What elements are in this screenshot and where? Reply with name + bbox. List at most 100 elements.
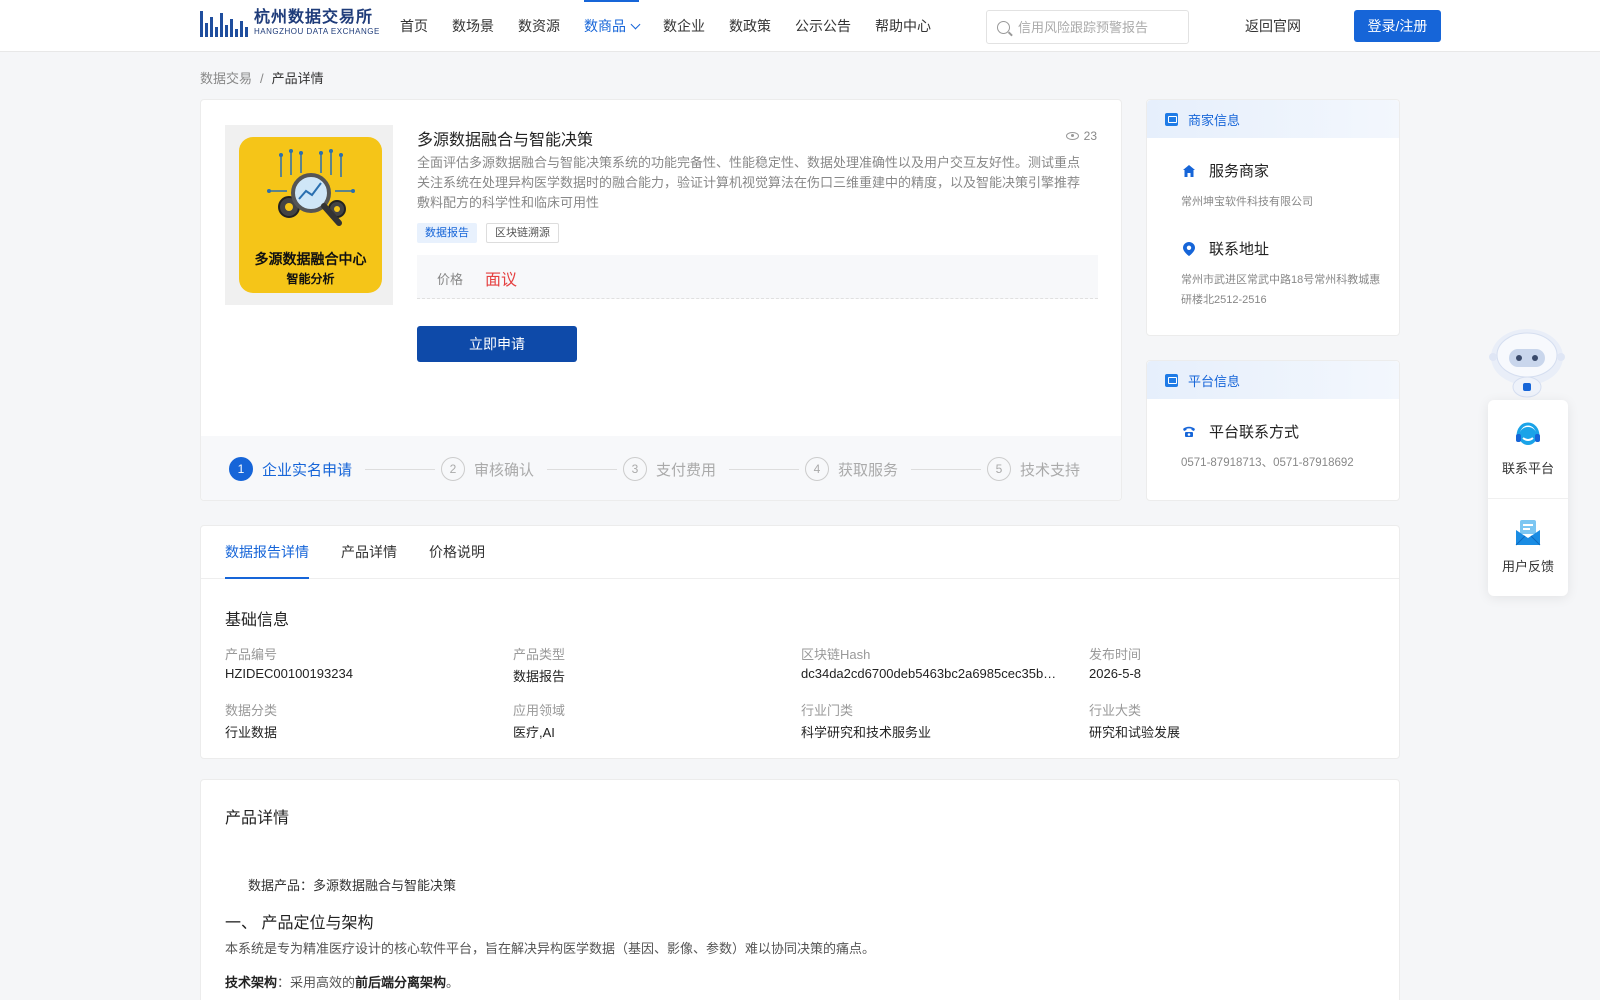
step-label: 支付费用 bbox=[656, 461, 717, 479]
nav-announcements[interactable]: 公示公告 bbox=[795, 0, 851, 52]
architecture-end: 。 bbox=[446, 975, 460, 990]
float-divider bbox=[1488, 498, 1568, 499]
service-merchant-label: 服务商家 bbox=[1209, 163, 1270, 180]
tab-data-report-details[interactable]: 数据报告详情 bbox=[225, 526, 309, 579]
logo-name-en: HANGZHOU DATA EXCHANGE bbox=[254, 27, 380, 36]
user-feedback-button[interactable]: 用户反馈 bbox=[1488, 518, 1568, 575]
field-label-application-field: 应用领域 bbox=[513, 703, 566, 718]
field-value-product-type: 数据报告 bbox=[513, 669, 566, 684]
nav-home[interactable]: 首页 bbox=[400, 0, 428, 52]
step-label: 技术支持 bbox=[1020, 461, 1081, 479]
step-label: 审核确认 bbox=[474, 461, 535, 479]
chevron-down-icon bbox=[630, 19, 641, 30]
step-1: 1 企业实名申请 bbox=[229, 457, 352, 481]
field-label-publish-date: 发布时间 bbox=[1089, 647, 1142, 662]
home-icon bbox=[1181, 163, 1197, 179]
nav-policies[interactable]: 数政策 bbox=[729, 0, 771, 52]
product-detail-line-intro: 本系统是专为精准医疗设计的核心软件平台，旨在解决异构医学数据（基因、影像、参数）… bbox=[225, 941, 876, 956]
eye-icon bbox=[1065, 132, 1079, 140]
field-value-data-category: 行业数据 bbox=[225, 725, 278, 740]
product-detail-heading: 一、 产品定位与架构 bbox=[225, 915, 374, 932]
product-image-title: 多源数据融合中心 bbox=[254, 251, 367, 267]
field-label-data-category: 数据分类 bbox=[225, 703, 278, 718]
basic-info-title: 基础信息 bbox=[225, 612, 290, 629]
field-label-blockchain-hash: 区块链Hash bbox=[801, 647, 871, 662]
step-3: 3 支付费用 bbox=[623, 457, 716, 481]
breadcrumb-current: 产品详情 bbox=[271, 71, 324, 86]
contact-address-value: 常州市武进区常武中路18号常州科教城惠研楼北2512-2516 bbox=[1181, 274, 1381, 306]
data-fusion-magnifier-icon bbox=[267, 149, 355, 226]
product-title: 多源数据融合与智能决策 bbox=[417, 132, 594, 149]
field-value-industry-division: 研究和试验发展 bbox=[1089, 725, 1181, 740]
product-summary-card: 多源数据融合中心 智能分析 多源数据融合与智能决策 23 全面评估多源数据融合与… bbox=[200, 99, 1122, 501]
product-detail-title: 产品详情 bbox=[225, 810, 290, 827]
breadcrumb-separator: / bbox=[260, 71, 264, 86]
field-label-industry-section: 行业门类 bbox=[801, 703, 854, 718]
price-label: 价格 bbox=[437, 272, 464, 287]
step-label: 企业实名申请 bbox=[262, 461, 353, 479]
service-merchant-title: 服务商家 bbox=[1181, 160, 1269, 181]
product-tags: 数据报告 区块链溯源 bbox=[417, 223, 559, 243]
tab-price-notes[interactable]: 价格说明 bbox=[429, 526, 485, 579]
nav-scenes[interactable]: 数场景 bbox=[452, 0, 494, 52]
merchant-info-title: 商家信息 bbox=[1188, 112, 1241, 128]
apply-now-button[interactable]: 立即申请 bbox=[417, 326, 577, 362]
nav-enterprises[interactable]: 数企业 bbox=[663, 0, 705, 52]
merchant-info-card: 商家信息 服务商家 常州坤宝软件科技有限公司 联系地址 常州市武进区常武中路18… bbox=[1146, 99, 1400, 336]
assistant-robot-avatar[interactable] bbox=[1487, 325, 1567, 400]
nav-products[interactable]: 数商品 bbox=[584, 0, 641, 52]
product-image-subtitle: 智能分析 bbox=[286, 272, 335, 286]
contact-platform-label: 联系平台 bbox=[1501, 461, 1554, 476]
site-logo[interactable]: 杭州数据交易所 HANGZHOU DATA EXCHANGE bbox=[200, 9, 380, 37]
location-pin-icon bbox=[1181, 241, 1197, 257]
login-register-button[interactable]: 登录/注册 bbox=[1354, 10, 1441, 42]
search-box[interactable] bbox=[986, 10, 1189, 44]
step-connector bbox=[729, 469, 799, 470]
contact-address-title: 联系地址 bbox=[1181, 238, 1269, 259]
step-connector bbox=[911, 469, 981, 470]
nav-products-label: 数商品 bbox=[584, 18, 626, 34]
field-value-blockchain-hash: dc34da2cd6700deb5463bc2a6985cec35b… bbox=[801, 666, 1057, 681]
contact-platform-button[interactable]: 联系平台 bbox=[1488, 420, 1568, 477]
view-count-value: 23 bbox=[1083, 129, 1097, 143]
step-number: 4 bbox=[805, 457, 829, 481]
platform-info-card: 平台信息 平台联系方式 0571-87918713、0571-87918692 bbox=[1146, 360, 1400, 501]
step-2: 2 审核确认 bbox=[441, 457, 534, 481]
step-number: 2 bbox=[441, 457, 465, 481]
field-value-application-field: 医疗,AI bbox=[513, 725, 555, 740]
platform-info-title: 平台信息 bbox=[1188, 373, 1241, 389]
product-detail-content-card: 产品详情 数据产品：多源数据融合与智能决策 一、 产品定位与架构 本系统是专为精… bbox=[200, 779, 1400, 1000]
field-label-product-type: 产品类型 bbox=[513, 647, 566, 662]
architecture-bold-value: 前后端分离架构 bbox=[355, 975, 447, 990]
main-nav: 首页 数场景 数资源 数商品 数企业 数政策 公示公告 帮助中心 bbox=[400, 0, 955, 52]
price-row: 价格 面议 bbox=[417, 255, 1098, 299]
headset-icon bbox=[1513, 420, 1543, 450]
product-detail-tabs-card: 数据报告详情 产品详情 价格说明 基础信息 产品编号 HZIDEC0010019… bbox=[200, 525, 1400, 759]
search-icon[interactable] bbox=[997, 20, 1010, 34]
platform-contact-label: 平台联系方式 bbox=[1209, 424, 1300, 441]
tab-product-details[interactable]: 产品详情 bbox=[341, 526, 397, 579]
search-input[interactable] bbox=[1018, 19, 1178, 35]
detail-tabs: 数据报告详情 产品详情 价格说明 bbox=[201, 526, 1399, 579]
architecture-text: ：采用高效的 bbox=[277, 975, 356, 990]
step-label: 获取服务 bbox=[838, 461, 899, 479]
logo-name-cn: 杭州数据交易所 bbox=[254, 9, 374, 26]
service-merchant-value: 常州坤宝软件科技有限公司 bbox=[1181, 196, 1313, 208]
phone-icon bbox=[1181, 424, 1197, 440]
field-label-industry-division: 行业大类 bbox=[1089, 703, 1142, 718]
tag-data-report: 数据报告 bbox=[417, 223, 477, 243]
field-label-product-id: 产品编号 bbox=[225, 647, 278, 662]
field-value-publish-date: 2026-5-8 bbox=[1089, 666, 1142, 681]
nav-resources[interactable]: 数资源 bbox=[518, 0, 560, 52]
view-count: 23 bbox=[1065, 129, 1097, 143]
floating-service-panel: 联系平台 用户反馈 bbox=[1488, 400, 1568, 596]
step-connector bbox=[547, 469, 617, 470]
breadcrumb-root[interactable]: 数据交易 bbox=[200, 71, 252, 86]
user-feedback-label: 用户反馈 bbox=[1501, 559, 1554, 574]
step-number: 5 bbox=[987, 457, 1011, 481]
back-to-official-link[interactable]: 返回官网 bbox=[1245, 0, 1301, 52]
step-4: 4 获取服务 bbox=[805, 457, 898, 481]
step-number: 3 bbox=[623, 457, 647, 481]
nav-help[interactable]: 帮助中心 bbox=[875, 0, 931, 52]
field-value-product-id: HZIDEC00100193234 bbox=[225, 666, 353, 681]
